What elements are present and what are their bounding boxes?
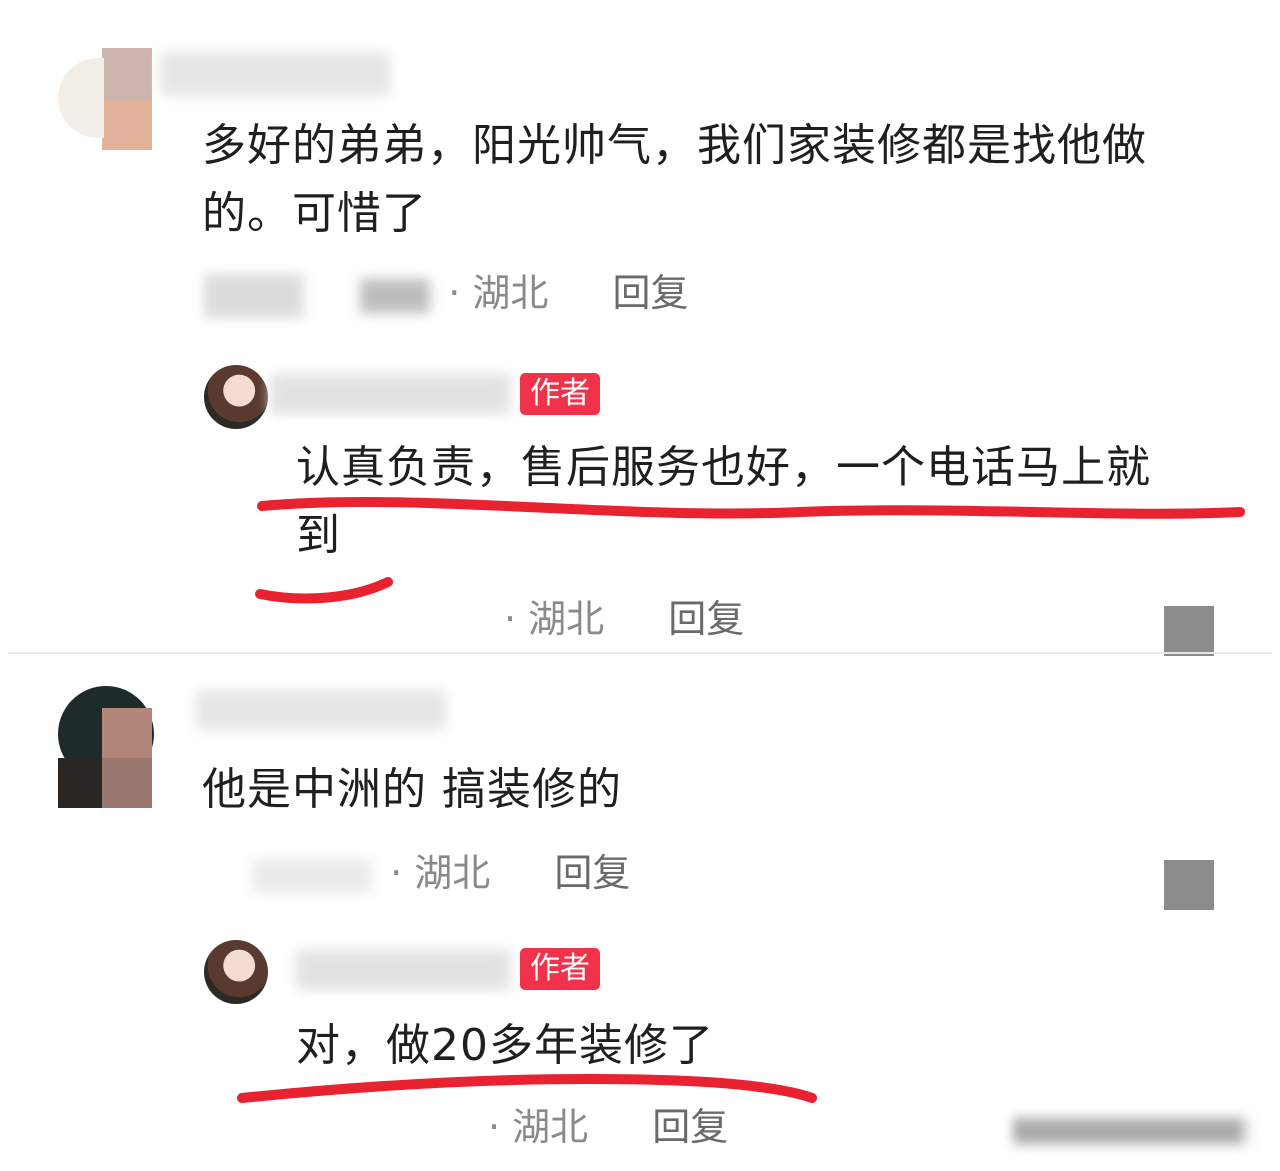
underline-stroke [257,497,1245,519]
highlight-underlines [237,497,1245,1103]
underline-stroke [237,1073,817,1103]
underline-stroke [255,577,393,604]
